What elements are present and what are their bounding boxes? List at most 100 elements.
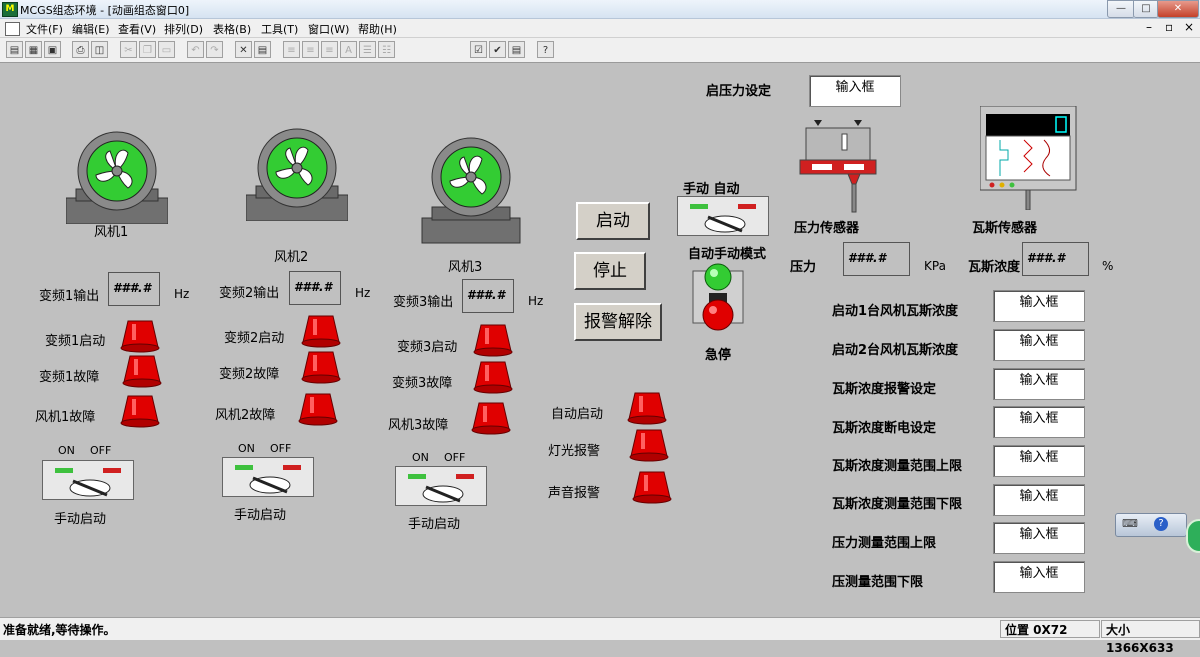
fan-3-fan-fault-lamp <box>471 402 511 435</box>
font-icon[interactable]: A <box>340 41 357 58</box>
fan-2-icon[interactable] <box>246 128 348 221</box>
menu-arrange[interactable]: 排列(D) <box>164 21 203 37</box>
setting-input[interactable]: 输入框 <box>993 522 1085 554</box>
language-bar[interactable]: ⌨ ? <box>1115 513 1187 537</box>
fan-1-manual-switch[interactable] <box>42 460 134 500</box>
mode-switch[interactable] <box>677 196 769 236</box>
tools-icon[interactable]: ✕ <box>235 41 252 58</box>
fan-3-switch-on-label: ON <box>412 451 429 464</box>
new-icon[interactable]: ▤ <box>6 41 23 58</box>
save-icon[interactable]: ▣ <box>44 41 61 58</box>
window-title: MCGS组态环境 - [动画组态窗口0] <box>20 4 190 17</box>
fan-1-label: 风机1 <box>94 225 129 240</box>
gas-readout-unit: % <box>1102 259 1114 273</box>
setting-input[interactable]: 输入框 <box>993 561 1085 593</box>
fan-2-manual-label: 手动启动 <box>234 508 287 523</box>
setting-input[interactable]: 输入框 <box>993 329 1085 361</box>
document-icon <box>5 22 20 36</box>
start-button[interactable]: 启动 <box>576 202 650 240</box>
floating-ball-icon[interactable] <box>1186 519 1200 553</box>
pressure-sensor-icon <box>799 120 877 213</box>
redo-icon[interactable]: ↷ <box>206 41 223 58</box>
title-bar: M MCGS组态环境 - [动画组态窗口0] — □ ✕ <box>0 0 1200 19</box>
fan-2-start-label: 变频2启动 <box>224 331 285 346</box>
fan-2-freq-unit: Hz <box>355 286 371 300</box>
stop-button[interactable]: 停止 <box>574 252 646 290</box>
compile-icon[interactable]: ▤ <box>508 41 525 58</box>
sound-alarm-label: 声音报警 <box>548 486 601 501</box>
menu-help[interactable]: 帮助(H) <box>358 21 397 37</box>
pressure-setting-input[interactable]: 输入框 <box>809 75 901 107</box>
fan-1-freq-value: ###.# <box>108 272 160 306</box>
close-button[interactable]: ✕ <box>1157 0 1199 18</box>
menu-tools[interactable]: 工具(T) <box>261 21 298 37</box>
align-left-icon[interactable]: ≡ <box>283 41 300 58</box>
menu-view[interactable]: 查看(V) <box>118 21 156 37</box>
paste-icon[interactable]: ▭ <box>158 41 175 58</box>
setting-input[interactable]: 输入框 <box>993 368 1085 400</box>
align-center-icon[interactable]: ≡ <box>302 41 319 58</box>
fan-3-start-lamp <box>473 324 513 357</box>
maximize-button[interactable]: □ <box>1133 0 1159 18</box>
pressure-sensor-label: 压力传感器 <box>794 221 860 236</box>
setting-label: 启动2台风机瓦斯浓度 <box>832 343 959 358</box>
fan-3-label: 风机3 <box>448 260 483 275</box>
fan-3-manual-label: 手动启动 <box>408 517 461 532</box>
fan-2-manual-switch[interactable] <box>222 457 314 497</box>
setting-label: 瓦斯浓度测量范围下限 <box>832 497 963 512</box>
print-icon[interactable]: ⎙ <box>72 41 89 58</box>
switch-knob-icon <box>69 479 111 497</box>
line-icon[interactable]: ☰ <box>359 41 376 58</box>
inner-close-button[interactable]: × <box>1184 20 1194 34</box>
cut-icon[interactable]: ✂ <box>120 41 137 58</box>
fan-3-manual-switch[interactable] <box>395 466 487 506</box>
list-icon[interactable]: ☷ <box>378 41 395 58</box>
keyboard-icon[interactable]: ⌨ <box>1122 517 1138 530</box>
help-icon[interactable]: ? <box>537 41 554 58</box>
window-icon[interactable]: ▤ <box>254 41 271 58</box>
fan-1-fan-fault-label: 风机1故障 <box>35 410 96 425</box>
fan-2-fault-label: 变频2故障 <box>219 367 280 382</box>
fan-2-freq-label: 变频2输出 <box>219 286 280 301</box>
fan-3-freq-value: ###.# <box>462 279 514 313</box>
print-preview-icon[interactable]: ◫ <box>91 41 108 58</box>
reset-alarm-button[interactable]: 报警解除 <box>574 303 662 341</box>
switch-knob-icon <box>249 476 291 494</box>
setting-input[interactable]: 输入框 <box>993 290 1085 322</box>
setting-input[interactable]: 输入框 <box>993 406 1085 438</box>
switch-knob-icon <box>704 215 746 233</box>
undo-icon[interactable]: ↶ <box>187 41 204 58</box>
mode-title: 自动手动模式 <box>688 247 767 262</box>
align-right-icon[interactable]: ≡ <box>321 41 338 58</box>
open-icon[interactable]: ▦ <box>25 41 42 58</box>
help-icon[interactable]: ? <box>1154 517 1168 531</box>
fan-3-fan-fault-label: 风机3故障 <box>388 418 449 433</box>
fan-3-icon[interactable] <box>420 137 522 244</box>
on-indicator <box>235 465 253 470</box>
menu-edit[interactable]: 编辑(E) <box>72 21 110 37</box>
fan-1-icon[interactable] <box>66 131 168 224</box>
fan-1-freq-unit: Hz <box>174 287 190 301</box>
fan-1-manual-label: 手动启动 <box>54 512 107 527</box>
check-icon[interactable]: ✔ <box>489 41 506 58</box>
menu-window[interactable]: 窗口(W) <box>308 21 349 37</box>
fan-1-fan-fault-lamp <box>120 395 160 428</box>
on-indicator <box>408 474 426 479</box>
copy-icon[interactable]: ❐ <box>139 41 156 58</box>
status-size: 大小 1366X633 <box>1101 620 1200 655</box>
emergency-stop-icon[interactable] <box>689 263 747 333</box>
setting-input[interactable]: 输入框 <box>993 445 1085 477</box>
properties-icon[interactable]: ☑ <box>470 41 487 58</box>
fan-2-fan-fault-lamp <box>298 393 338 426</box>
on-indicator <box>55 468 73 473</box>
fan-3-fault-label: 变频3故障 <box>392 376 453 391</box>
inner-minimize-button[interactable]: – <box>1146 20 1152 34</box>
fan-3-freq-label: 变频3输出 <box>393 295 454 310</box>
fan-2-start-lamp <box>301 315 341 348</box>
minimize-button[interactable]: — <box>1107 0 1135 18</box>
setting-label: 瓦斯浓度断电设定 <box>832 421 937 436</box>
menu-file[interactable]: 文件(F) <box>26 21 63 37</box>
inner-restore-button[interactable]: ▫ <box>1165 20 1173 34</box>
menu-table[interactable]: 表格(B) <box>213 21 251 37</box>
setting-input[interactable]: 输入框 <box>993 484 1085 516</box>
